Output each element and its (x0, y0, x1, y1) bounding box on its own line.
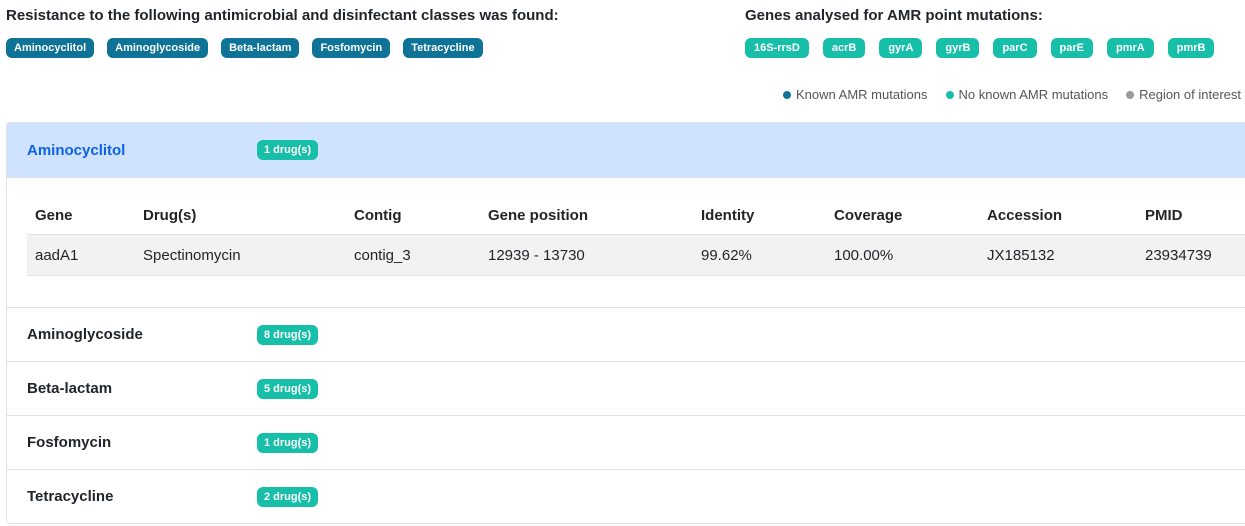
gene-badge-gyrb[interactable]: gyrB (936, 38, 980, 58)
legend-item-known: Known AMR mutations (783, 87, 928, 102)
accordion-title: Aminocyclitol (27, 141, 126, 159)
class-badge-fosfomycin[interactable]: Fosfomycin (312, 38, 391, 58)
gene-badge-pmra[interactable]: pmrA (1106, 38, 1154, 58)
accordion-header-beta-lactam[interactable]: Beta-lactam 5 drug(s) (7, 362, 1245, 416)
gene-badge-16s-rrsd[interactable]: 16S-rrsD (745, 38, 809, 58)
column-header-contig: Contig (346, 196, 480, 235)
cell-gene-position: 12939 - 13730 (480, 234, 693, 276)
legend-label: Region of interest (1139, 87, 1241, 102)
column-header-identity: Identity (693, 196, 826, 235)
accordion-title: Tetracycline (27, 488, 114, 505)
gene-badge-acrb[interactable]: acrB (822, 38, 866, 58)
legend: Known AMR mutations No known AMR mutatio… (765, 87, 1241, 102)
gene-badge-gyra[interactable]: gyrA (879, 38, 923, 58)
column-header-gene-position: Gene position (480, 196, 693, 235)
gene-badge-pmrb[interactable]: pmrB (1167, 38, 1215, 58)
known-dot-icon (783, 90, 791, 99)
cell-contig: contig_3 (346, 234, 480, 276)
accordion-body-aminocyclitol: Gene Drug(s) Contig Gene position Identi… (7, 178, 1245, 308)
no-known-dot-icon (945, 90, 954, 99)
class-accordion: Aminocyclitol 1 drug(s) Gene Drug(s) Con… (6, 122, 1245, 524)
accordion-header-fosfomycin[interactable]: Fosfomycin 1 drug(s) (7, 416, 1245, 470)
gene-badge-pare[interactable]: parE (1050, 38, 1093, 58)
accordion-header-aminocyclitol[interactable]: Aminocyclitol 1 drug(s) (7, 123, 1245, 178)
results-table: Gene Drug(s) Contig Gene position Identi… (27, 196, 1245, 276)
point-mutations-heading: Genes analysed for AMR point mutations: (745, 7, 1043, 24)
cell-gene: aadA1 (27, 234, 135, 276)
table-header-row: Gene Drug(s) Contig Gene position Identi… (27, 196, 1245, 235)
drug-count-badge: 2 drug(s) (257, 486, 319, 507)
drug-count-badge: 1 drug(s) (257, 140, 319, 160)
accordion-title: Aminoglycoside (27, 326, 143, 343)
class-badge-aminocyclitol[interactable]: Aminocyclitol (6, 38, 95, 58)
column-header-pmid: PMID (1137, 196, 1245, 235)
accordion-title: Fosfomycin (27, 434, 112, 451)
accordion-title: Beta-lactam (27, 380, 113, 397)
legend-item-no-known: No known AMR mutations (945, 87, 1109, 102)
accordion-header-aminoglycoside[interactable]: Aminoglycoside 8 drug(s) (7, 308, 1245, 362)
column-header-coverage: Coverage (826, 196, 979, 235)
cell-accession: JX185132 (979, 234, 1137, 276)
class-badge-aminoglycoside[interactable]: Aminoglycoside (107, 38, 209, 58)
drug-count-badge: 8 drug(s) (257, 324, 319, 345)
legend-item-region: Region of interest (1126, 87, 1241, 102)
column-header-drugs: Drug(s) (135, 196, 346, 235)
gene-badge-list: 16S-rrsD acrB gyrA gyrB parC parE pmrA p… (745, 38, 1228, 58)
drug-count-badge: 1 drug(s) (257, 432, 319, 453)
gene-badge-parc[interactable]: parC (993, 38, 1037, 58)
region-dot-icon (1126, 90, 1135, 99)
legend-label: Known AMR mutations (796, 87, 928, 102)
class-badge-tetracycline[interactable]: Tetracycline (403, 38, 483, 58)
cell-drugs: Spectinomycin (135, 234, 346, 276)
accordion-header-tetracycline[interactable]: Tetracycline 2 drug(s) (7, 470, 1245, 523)
table-row: aadA1 Spectinomycin contig_3 12939 - 137… (27, 234, 1245, 276)
drug-count-badge: 5 drug(s) (257, 378, 319, 399)
resistance-heading: Resistance to the following antimicrobia… (6, 7, 559, 24)
cell-pmid: 23934739 (1137, 234, 1245, 276)
legend-label: No known AMR mutations (958, 87, 1109, 102)
class-badge-beta-lactam[interactable]: Beta-lactam (221, 38, 300, 58)
cell-coverage: 100.00% (826, 234, 979, 276)
column-header-accession: Accession (979, 196, 1137, 235)
cell-identity: 99.62% (693, 234, 826, 276)
column-header-gene: Gene (27, 196, 135, 235)
resistance-class-list: Aminocyclitol Aminoglycoside Beta-lactam… (6, 38, 496, 58)
